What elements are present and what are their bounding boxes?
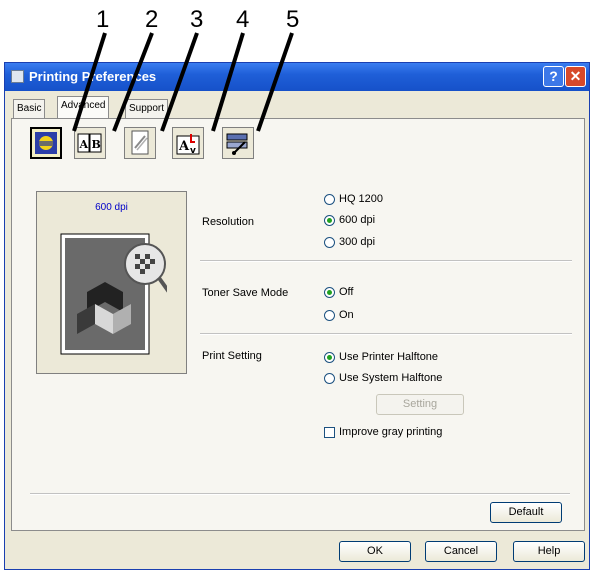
radio-label: Use System Halftone xyxy=(339,372,443,384)
help-title-button[interactable]: ? xyxy=(543,66,564,87)
radio-printer-halftone[interactable]: Use Printer Halftone xyxy=(324,351,438,363)
radio-button-selected[interactable] xyxy=(324,214,335,226)
toner-save-label: Toner Save Mode xyxy=(202,287,289,299)
divider xyxy=(200,260,572,262)
radio-button[interactable] xyxy=(324,236,335,248)
watermark-icon xyxy=(131,130,149,155)
device-options-button[interactable] xyxy=(222,127,254,159)
radio-button-selected[interactable] xyxy=(324,286,335,298)
radio-label: Off xyxy=(339,286,354,298)
radio-label: 600 dpi xyxy=(339,214,376,226)
window-title: Printing Preferences xyxy=(29,69,157,84)
resolution-preview: 600 dpi xyxy=(36,191,187,374)
callout-3: 3 xyxy=(190,6,204,33)
page-setting-icon: A v xyxy=(176,134,200,156)
print-preview-image xyxy=(60,233,167,355)
radio-label: On xyxy=(339,309,354,321)
radio-label: 300 dpi xyxy=(339,236,376,248)
radio-system-halftone[interactable]: Use System Halftone xyxy=(324,372,442,384)
callout-5: 5 xyxy=(286,6,300,33)
print-setting-label: Print Setting xyxy=(202,350,262,362)
tab-basic[interactable]: Basic xyxy=(13,99,46,118)
printer-icon xyxy=(11,70,24,83)
tab-support[interactable]: Support xyxy=(125,99,169,118)
divider xyxy=(200,333,572,335)
print-quality-icon xyxy=(35,132,57,154)
radio-600dpi[interactable]: 600 dpi xyxy=(324,214,375,226)
default-button[interactable]: Default xyxy=(490,502,562,523)
page-setting-button[interactable]: A v xyxy=(172,127,204,159)
close-button[interactable]: ✕ xyxy=(565,66,586,87)
improve-gray-checkbox[interactable]: Improve gray printing xyxy=(324,426,442,438)
device-options-icon xyxy=(226,133,248,155)
radio-toner-on[interactable]: On xyxy=(324,309,354,321)
print-quality-button[interactable] xyxy=(30,127,62,159)
radio-button-selected[interactable] xyxy=(324,351,335,363)
radio-button[interactable] xyxy=(324,193,335,205)
help-button[interactable]: Help xyxy=(513,541,585,562)
svg-text:A: A xyxy=(79,138,89,151)
radio-300dpi[interactable]: 300 dpi xyxy=(324,236,375,248)
advanced-tab-panel: A B A v 600 dpi Resolution HQ 1200 600 d… xyxy=(11,118,585,531)
callout-2: 2 xyxy=(145,6,159,33)
duplex-ab-icon: A B xyxy=(77,133,102,153)
radio-hq1200[interactable]: HQ 1200 xyxy=(324,193,383,205)
printing-preferences-dialog: Printing Preferences ? ✕ Basic Advanced … xyxy=(4,62,590,570)
tab-advanced[interactable]: Advanced xyxy=(57,96,110,119)
title-bar[interactable]: Printing Preferences ? ✕ xyxy=(5,63,589,91)
radio-button[interactable] xyxy=(324,372,335,384)
radio-toner-off[interactable]: Off xyxy=(324,286,353,298)
preview-resolution-label: 600 dpi xyxy=(95,202,128,213)
resolution-label: Resolution xyxy=(202,216,254,228)
duplex-button[interactable]: A B xyxy=(74,127,106,159)
watermark-button[interactable] xyxy=(124,127,156,159)
setting-button[interactable]: Setting xyxy=(376,394,464,415)
cancel-button[interactable]: Cancel xyxy=(425,541,497,562)
ok-button[interactable]: OK xyxy=(339,541,411,562)
radio-label: HQ 1200 xyxy=(339,193,384,205)
radio-label: Use Printer Halftone xyxy=(339,351,439,363)
svg-text:v: v xyxy=(190,146,196,156)
callout-4: 4 xyxy=(236,6,250,33)
callout-1: 1 xyxy=(96,6,110,33)
svg-text:B: B xyxy=(92,138,101,151)
divider xyxy=(30,493,570,495)
checkbox[interactable] xyxy=(324,426,335,438)
svg-text:A: A xyxy=(178,139,190,154)
checkbox-label: Improve gray printing xyxy=(339,426,443,438)
radio-button[interactable] xyxy=(324,309,335,321)
